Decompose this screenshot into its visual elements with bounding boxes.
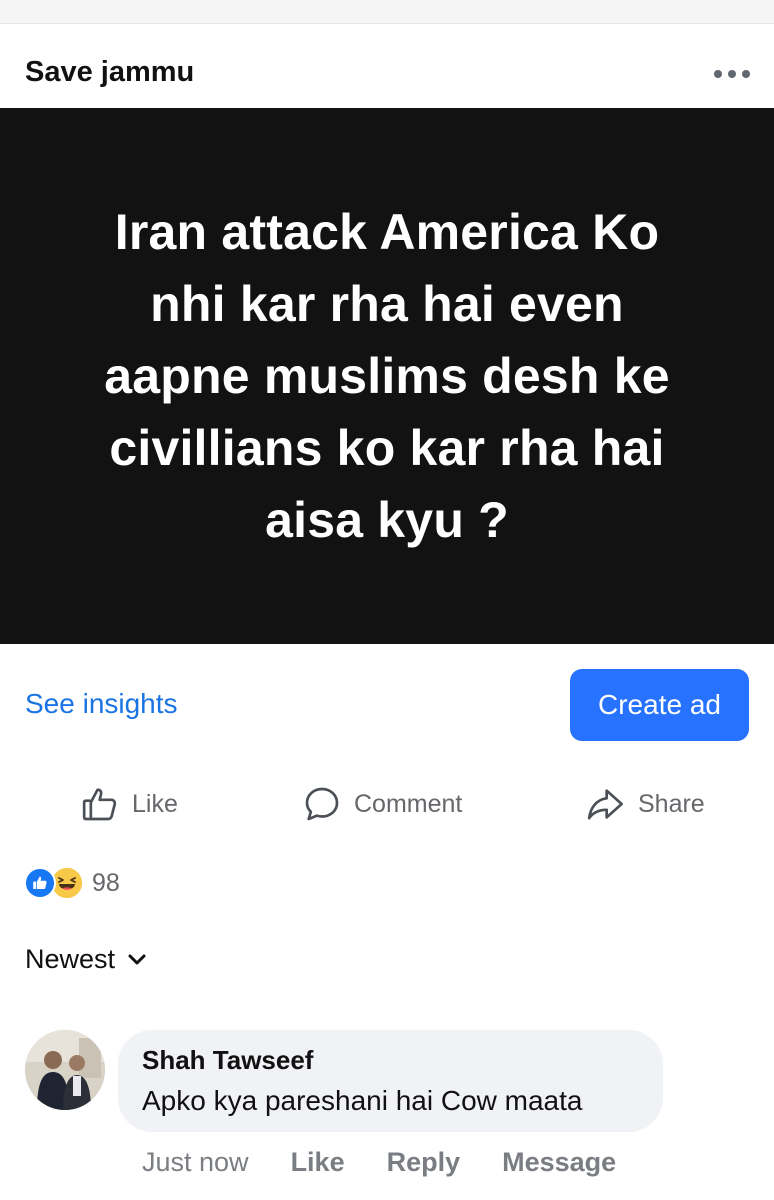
more-horizontal-icon xyxy=(714,70,722,78)
like-label: Like xyxy=(132,789,178,818)
thumbs-up-icon xyxy=(82,788,117,821)
post-image-text-line: civillians ko kar rha hai xyxy=(109,420,665,476)
like-reaction-icon xyxy=(24,867,56,899)
reaction-summary[interactable]: 98 xyxy=(24,864,120,902)
see-insights-link[interactable]: See insights xyxy=(25,688,178,720)
post-image[interactable]: Iran attack America Ko nhi kar rha hai e… xyxy=(0,108,774,644)
comment-sort-dropdown[interactable]: Newest xyxy=(25,944,147,975)
like-button[interactable]: Like xyxy=(80,775,178,833)
post-image-text-line: aisa kyu ? xyxy=(265,492,509,548)
top-strip xyxy=(0,0,774,24)
post-image-text-line: nhi kar rha hai even xyxy=(150,276,624,332)
post-image-text-line: aapne muslims desh ke xyxy=(104,348,670,404)
comment-bubble[interactable]: Shah Tawseef Apko kya pareshani hai Cow … xyxy=(118,1030,663,1132)
comment-reply-link[interactable]: Reply xyxy=(387,1147,461,1178)
comment-like-link[interactable]: Like xyxy=(291,1147,345,1178)
post-image-text-line: Iran attack America Ko xyxy=(114,204,660,260)
share-button[interactable]: Share xyxy=(584,775,705,833)
comment-label: Comment xyxy=(354,789,463,818)
insights-row: See insights Create ad xyxy=(0,668,774,744)
sort-label: Newest xyxy=(25,944,116,974)
share-label: Share xyxy=(638,789,705,818)
comment-timestamp: Just now xyxy=(142,1146,249,1177)
avatar[interactable] xyxy=(25,1030,105,1110)
comment-author[interactable]: Shah Tawseef xyxy=(142,1045,313,1076)
comment-meta: Just now Like Reply Message xyxy=(142,1144,616,1180)
create-ad-button[interactable]: Create ad xyxy=(570,669,749,741)
comment-button[interactable]: Comment xyxy=(302,775,462,833)
page-name[interactable]: Save jammu xyxy=(25,56,194,89)
comment-icon xyxy=(305,787,339,821)
post-header: Save jammu xyxy=(0,44,774,104)
more-options-button[interactable] xyxy=(714,62,750,86)
chevron-down-icon xyxy=(128,954,146,964)
comment-message-link[interactable]: Message xyxy=(502,1147,616,1178)
more-horizontal-icon xyxy=(728,70,736,78)
comment-text: Apko kya pareshani hai Cow maata xyxy=(142,1085,583,1116)
more-horizontal-icon xyxy=(742,70,750,78)
reaction-count: 98 xyxy=(92,868,120,897)
share-arrow-icon xyxy=(587,789,623,820)
post-image-text: Iran attack America Ko nhi kar rha hai e… xyxy=(47,196,727,556)
post-action-bar: Like Comment Share xyxy=(0,775,774,833)
